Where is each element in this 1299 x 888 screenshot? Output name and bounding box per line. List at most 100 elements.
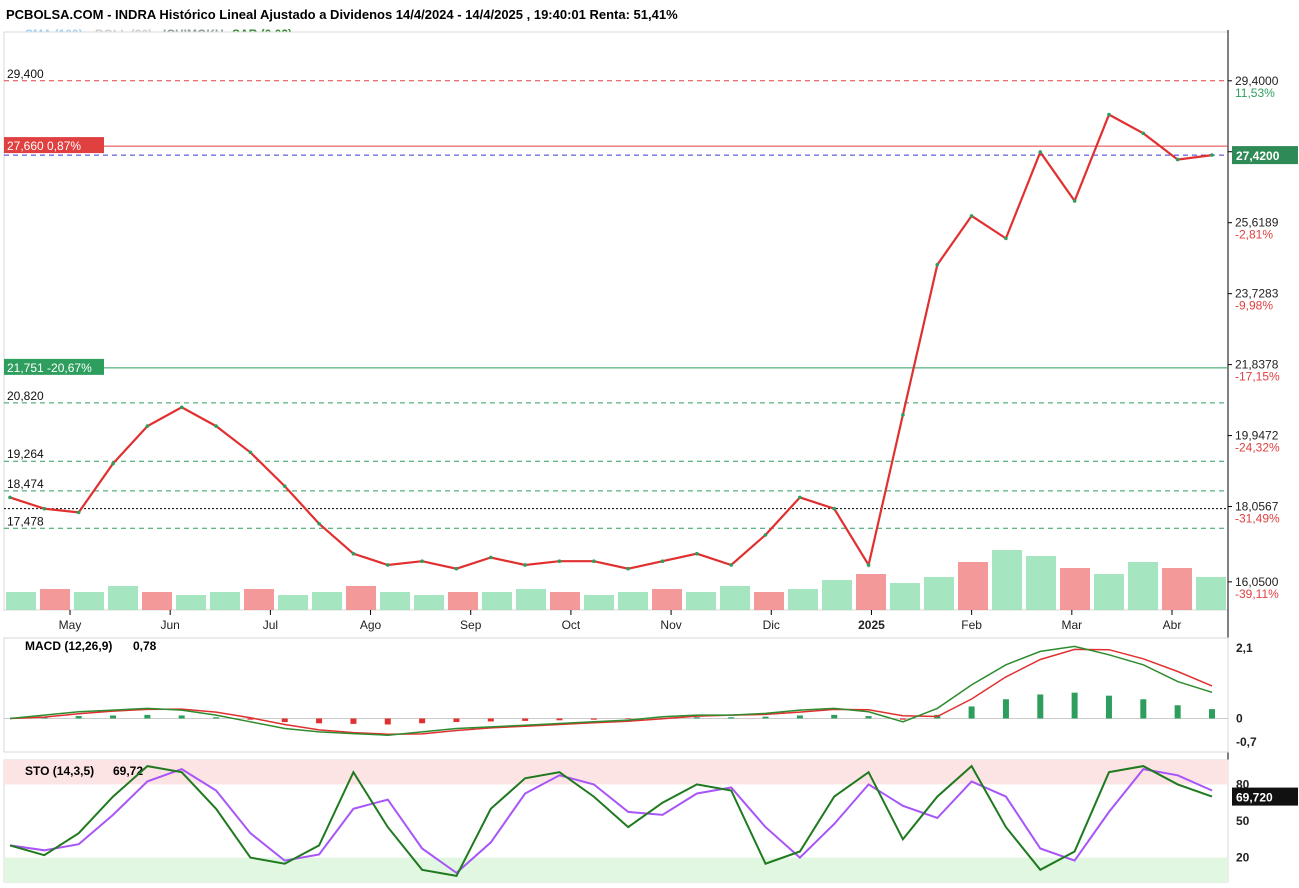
volume-bar	[6, 592, 36, 610]
price-point	[351, 551, 356, 556]
price-point	[935, 262, 940, 267]
macd-histogram-bar	[899, 718, 906, 720]
macd-histogram-bar	[693, 717, 700, 719]
price-point	[1107, 112, 1111, 117]
macd-histogram-bar	[1037, 694, 1044, 719]
volume-bar	[618, 592, 648, 610]
volume-bar	[482, 592, 512, 610]
volume-bar	[720, 586, 750, 610]
price-point	[557, 559, 562, 564]
month-label: Feb	[961, 618, 982, 632]
volume-bar	[516, 589, 546, 610]
price-point	[660, 559, 665, 564]
volume-bar	[380, 592, 410, 610]
macd-histogram-bar	[178, 715, 185, 719]
volume-bar	[40, 589, 70, 610]
volume-bar	[74, 592, 104, 610]
volume-bar	[346, 586, 376, 610]
month-label: 2025	[858, 618, 885, 632]
volume-bar	[890, 583, 920, 610]
macd-histogram-bar	[384, 718, 391, 725]
price-point	[832, 506, 837, 511]
volume-bar	[142, 592, 172, 610]
volume-bar	[1094, 574, 1124, 610]
macd-histogram-bar	[1174, 705, 1181, 719]
macd-histogram-bar	[796, 715, 803, 719]
price-point	[489, 555, 493, 560]
price-point	[1004, 236, 1008, 241]
month-label: Oct	[562, 618, 581, 632]
price-point	[8, 495, 12, 500]
volume-bar	[108, 586, 138, 610]
volume-bar	[822, 580, 852, 610]
month-label: Dic	[763, 618, 780, 632]
volume-bar	[992, 550, 1022, 610]
pct-label: -2,81%	[1235, 228, 1273, 242]
macd-tick-label: -0,7	[1236, 735, 1257, 749]
volume-bar	[924, 577, 954, 610]
month-label: Abr	[1163, 618, 1182, 632]
level-label: 29,400	[7, 67, 44, 81]
volume-bar	[278, 595, 308, 610]
macd-histogram-bar	[968, 706, 975, 719]
price-point	[214, 424, 218, 428]
price-point	[42, 506, 47, 511]
last-price-label: 27,4200	[1236, 149, 1280, 163]
level-label: 21,751 -20,67%	[7, 361, 92, 375]
macd-histogram-bar	[556, 718, 563, 721]
pct-label: -9,98%	[1235, 299, 1273, 313]
level-label: 20,820	[7, 389, 44, 403]
chart-title: PCBOLSA.COM - INDRA Histórico Lineal Aju…	[6, 7, 678, 22]
price-point	[1210, 153, 1214, 157]
price-point	[282, 484, 287, 488]
volume-bar	[1196, 577, 1226, 610]
price-point	[866, 563, 871, 567]
volume-bar	[856, 574, 886, 610]
sto-last-label: 69,720	[1236, 791, 1273, 805]
macd-tick-label: 0	[1236, 711, 1243, 725]
price-point	[763, 533, 768, 537]
month-label: Jun	[161, 618, 180, 632]
price-point	[179, 405, 184, 410]
month-label: Sep	[460, 618, 482, 632]
volume-bar	[1026, 556, 1056, 610]
volume-bar	[312, 592, 342, 610]
macd-histogram-bar	[1002, 699, 1009, 719]
sto-label: STO (14,3,5)	[25, 764, 94, 778]
sto-tick-label: 50	[1236, 814, 1250, 828]
volume-bar	[244, 589, 274, 610]
price-point	[798, 495, 802, 500]
month-label: Nov	[660, 618, 681, 632]
macd-histogram-bar	[281, 718, 288, 723]
price-point	[454, 566, 459, 571]
month-label: Mar	[1061, 618, 1082, 632]
macd-histogram-bar	[1209, 709, 1215, 719]
price-point	[969, 214, 974, 218]
macd-value: 0,78	[133, 639, 157, 653]
macd-histogram-bar	[213, 717, 220, 719]
macd-histogram-bar	[590, 718, 597, 720]
pct-label: -24,32%	[1235, 441, 1280, 455]
price-point	[111, 461, 115, 466]
price-point	[1038, 150, 1043, 154]
volume-bar	[754, 592, 784, 610]
price-point	[1072, 199, 1077, 203]
price-point	[76, 510, 81, 515]
price-point	[1141, 131, 1146, 136]
volume-bar	[210, 592, 240, 610]
pct-label: -31,49%	[1235, 512, 1280, 526]
price-point	[626, 566, 630, 571]
price-point	[248, 450, 253, 455]
macd-histogram-bar	[487, 718, 494, 722]
macd-histogram-bar	[1071, 692, 1078, 719]
level-label: 27,660 0,87%	[7, 139, 81, 153]
macd-histogram-bar	[865, 716, 872, 719]
price-point	[695, 551, 699, 556]
macd-panel: MACD (12,26,9) 0,78 2,1 0 -0,7	[3, 637, 1257, 753]
sto-value: 69,72	[113, 764, 143, 778]
macd-histogram-bar	[728, 717, 735, 719]
macd-histogram-bar	[419, 718, 426, 724]
volume-bar	[958, 562, 988, 610]
macd-histogram-bar	[762, 716, 769, 719]
stochastic-panel: STO (14,3,5) 69,7280502069,720	[3, 759, 1298, 883]
